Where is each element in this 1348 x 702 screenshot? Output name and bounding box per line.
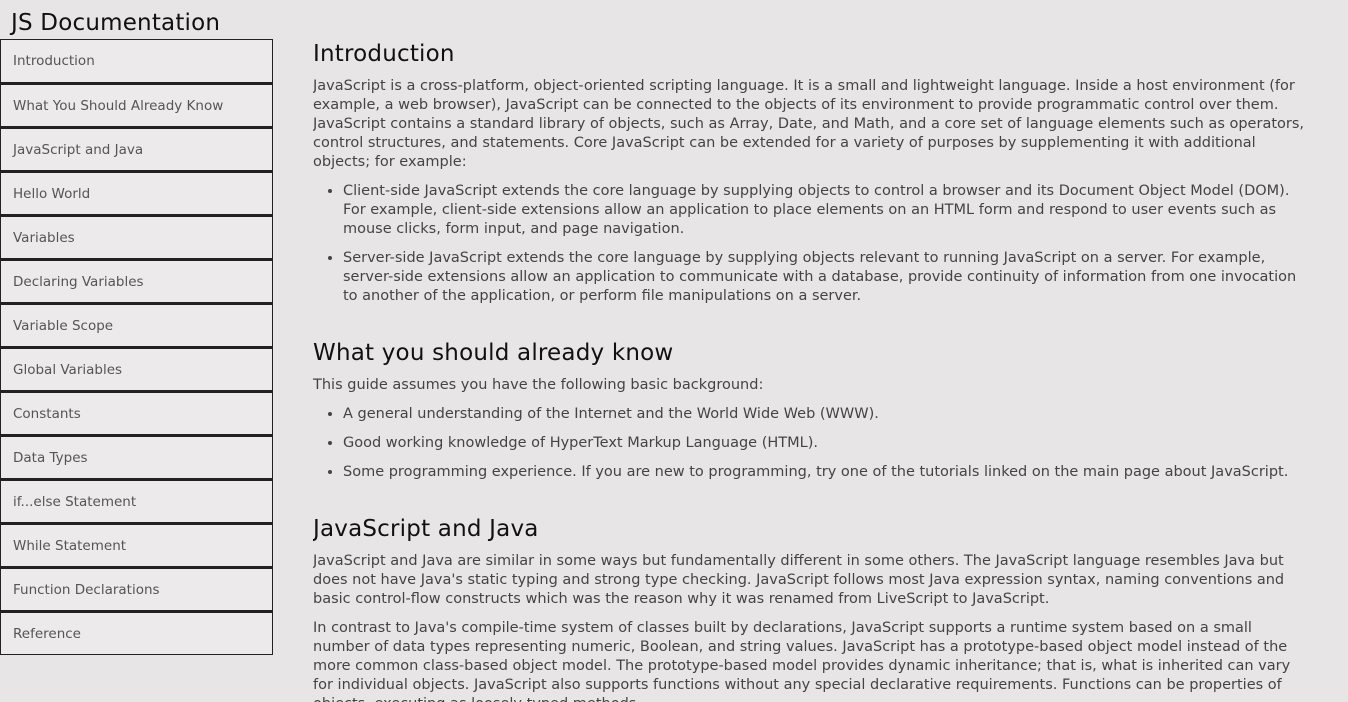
nav-link-data-types[interactable]: Data Types	[0, 435, 273, 479]
nav-link-declaring-variables[interactable]: Declaring Variables	[0, 259, 273, 303]
section-paragraph: JavaScript and Java are similar in some …	[313, 553, 1285, 607]
bullet-list: Client-side JavaScript extends the core …	[313, 182, 1313, 306]
section-javascript-and-java: JavaScript and Java JavaScript and Java …	[313, 492, 1313, 702]
nav-link-what-you-should-already-know[interactable]: What You Should Already Know	[0, 83, 273, 127]
section-paragraph: This guide assumes you have the followin…	[313, 377, 764, 393]
nav-link-variable-scope[interactable]: Variable Scope	[0, 303, 273, 347]
section-title: JavaScript and Java	[313, 516, 539, 542]
nav-link-global-variables[interactable]: Global Variables	[0, 347, 273, 391]
nav-link-introduction[interactable]: Introduction	[0, 39, 273, 83]
main-doc: Introduction JavaScript is a cross-platf…	[313, 0, 1313, 702]
list-item: Some programming experience. If you are …	[343, 463, 1313, 482]
nav-link-function-declarations[interactable]: Function Declarations	[0, 567, 273, 611]
nav-link-if-else-statement[interactable]: if...else Statement	[0, 479, 273, 523]
list-item: Client-side JavaScript extends the core …	[343, 182, 1313, 239]
nav-link-constants[interactable]: Constants	[0, 391, 273, 435]
nav-list: Introduction What You Should Already Kno…	[0, 39, 273, 655]
list-item: A general understanding of the Internet …	[343, 405, 1313, 424]
nav-link-reference[interactable]: Reference	[0, 611, 273, 655]
navbar-title: JS Documentation	[11, 10, 221, 36]
bullet-list: A general understanding of the Internet …	[313, 405, 1313, 482]
section-paragraph: In contrast to Java's compile-time syste…	[313, 620, 1291, 702]
section-what-you-should-already-know: What you should already know This guide …	[313, 316, 1313, 482]
nav-link-while-statement[interactable]: While Statement	[0, 523, 273, 567]
nav-link-hello-world[interactable]: Hello World	[0, 171, 273, 215]
list-item: Good working knowledge of HyperText Mark…	[343, 434, 1313, 453]
navbar: JS Documentation Introduction What You S…	[0, 0, 273, 702]
section-title: Introduction	[313, 41, 455, 67]
list-item: Server-side JavaScript extends the core …	[343, 249, 1313, 306]
section-paragraph: JavaScript is a cross-platform, object-o…	[313, 78, 1305, 170]
section-introduction: Introduction JavaScript is a cross-platf…	[313, 0, 1313, 306]
nav-link-javascript-and-java[interactable]: JavaScript and Java	[0, 127, 273, 171]
section-title: What you should already know	[313, 340, 674, 366]
nav-link-variables[interactable]: Variables	[0, 215, 273, 259]
